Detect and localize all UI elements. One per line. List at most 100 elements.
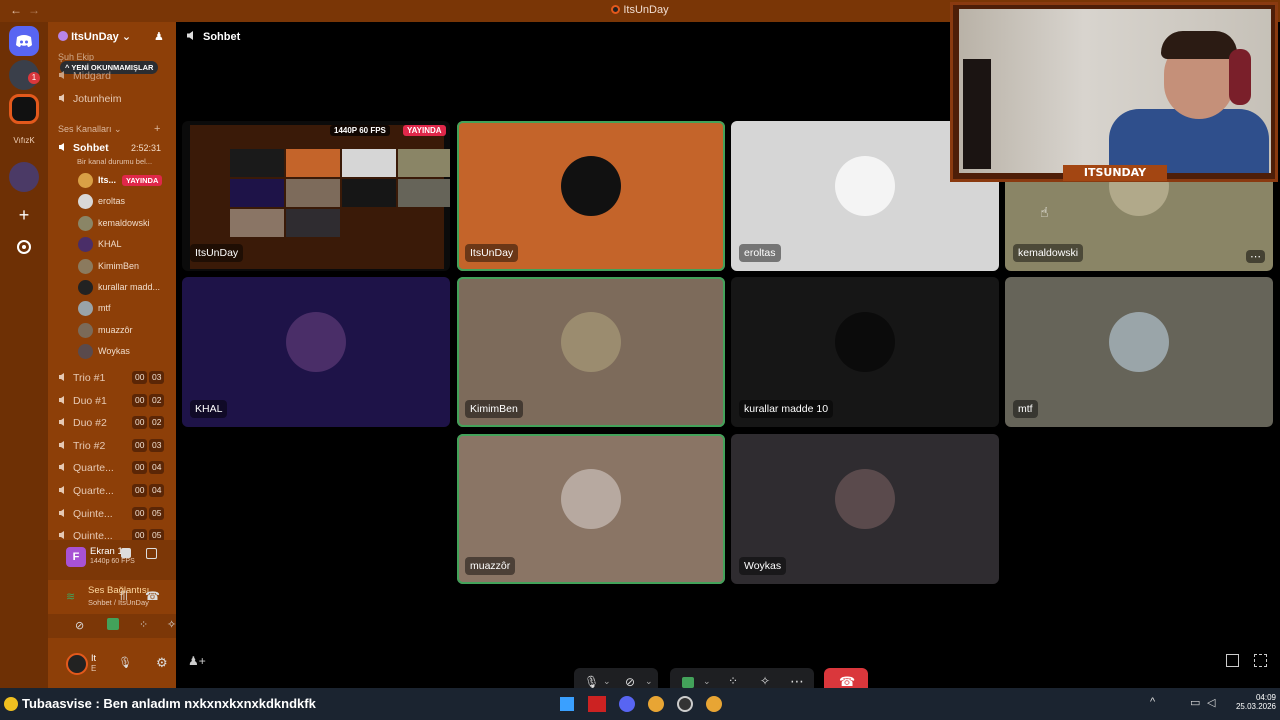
speaker-icon <box>186 30 198 41</box>
participant-tile[interactable]: KHAL <box>182 277 450 427</box>
stream-settings-icon[interactable] <box>146 548 157 559</box>
notification-badge: 1 <box>28 72 40 84</box>
screen-share-icon[interactable] <box>682 677 694 688</box>
channel-status[interactable]: Bir kanal durumu bel... <box>48 157 176 169</box>
voice-member[interactable]: KimimBen <box>48 256 176 277</box>
add-channel-icon[interactable]: + <box>154 123 160 135</box>
participant-tile[interactable]: KimimBen <box>457 277 725 427</box>
stream-tile[interactable]: 1440P 60 FPS YAYINDA ItsUnDay <box>182 121 450 271</box>
participant-tile[interactable]: ItsUnDay <box>457 121 725 271</box>
tile-more-icon[interactable]: ⋯ <box>1246 250 1265 263</box>
channel-sidebar: ItsUnDay ⌄ ♟ Şuh Ekip ^ YENİ OKUNMAMIŞLA… <box>48 22 176 688</box>
preview-cell <box>286 149 340 177</box>
video-off-icon[interactable]: ⊘ <box>75 619 84 632</box>
camera-off-icon[interactable]: ⊘ <box>625 675 635 689</box>
voice-subtitle[interactable]: Sohbet / ItsUnDay <box>88 598 149 607</box>
stop-stream-icon[interactable] <box>121 548 131 558</box>
voice-member[interactable]: Woykas <box>48 341 176 362</box>
activities-icon[interactable]: ⁘ <box>728 674 738 688</box>
participant-name: kurallar madde 10 <box>739 400 834 418</box>
stream-panel: F Ekran 1 1440p 60 FPS <box>48 540 176 580</box>
chevron-down-icon[interactable]: ⌄ <box>703 676 711 687</box>
voice-member[interactable]: eroltas <box>48 191 176 212</box>
volume-icon[interactable]: ◁ <box>1207 696 1215 709</box>
chrome-icon-2[interactable] <box>706 696 722 712</box>
disconnect-icon[interactable]: ☎ <box>145 589 160 603</box>
explore-icon[interactable] <box>9 232 39 262</box>
microphone-icon[interactable]: 🎙 <box>584 675 599 689</box>
discord-taskbar-icon[interactable] <box>619 696 635 712</box>
participant-avatar <box>561 312 621 372</box>
noise-suppression-icon[interactable]: ||| <box>120 590 128 601</box>
participant-name: KHAL <box>190 400 228 418</box>
user-limit: 05 <box>149 506 165 520</box>
voice-channel[interactable]: Duo #2 00 02 <box>48 413 176 433</box>
participant-avatar <box>835 156 895 216</box>
voice-channel[interactable]: Quarte... 00 04 <box>48 481 176 501</box>
discord-home-icon[interactable] <box>9 26 39 56</box>
fullscreen-icon[interactable] <box>1254 654 1267 667</box>
webcam-overlay: ITSUNDAY <box>950 2 1278 182</box>
app-icon-1[interactable] <box>588 696 606 712</box>
add-server-icon[interactable]: + <box>9 200 39 230</box>
stream-title: Ekran 1 <box>90 546 123 557</box>
tray-chevron-icon[interactable]: ^ <box>1150 696 1155 708</box>
channel-label: Trio #2 <box>73 439 106 452</box>
obs-icon[interactable] <box>677 696 693 712</box>
app-window: ← → ItsUnDay 1 VıfızK + ItsUnDay ⌄ ♟ Şuh… <box>0 0 1280 720</box>
settings-gear-icon[interactable]: ⚙ <box>156 655 168 671</box>
user-avatar[interactable] <box>66 653 88 675</box>
add-people-icon[interactable]: ♟+ <box>188 654 206 668</box>
chevron-down-icon[interactable]: ⌄ <box>603 676 611 687</box>
channel-label: Quinte... <box>73 507 113 520</box>
soundboard-icon[interactable]: ✧ <box>167 618 176 631</box>
windows-start-icon[interactable] <box>560 697 574 711</box>
participant-tile[interactable]: Woykas <box>731 434 999 584</box>
voice-member[interactable]: muazzôr <box>48 320 176 341</box>
member-avatar <box>78 237 93 253</box>
invite-icon[interactable]: ♟ <box>154 30 164 43</box>
channel-sohbet-active[interactable]: Sohbet 2:52:31 <box>48 138 176 158</box>
server-folder-label[interactable]: VıfızK <box>3 136 45 145</box>
activities-icon[interactable]: ⁘ <box>139 618 148 631</box>
voice-member[interactable]: mtf <box>48 298 176 319</box>
participant-avatar <box>1109 312 1169 372</box>
speaker-icon <box>58 485 68 495</box>
ticker-text: Tubaasvise : Ben anladım nxkxnxkxnxkdknd… <box>22 696 316 711</box>
user-count: 00 <box>132 393 148 407</box>
voice-channel[interactable]: Trio #2 00 03 <box>48 436 176 456</box>
voice-member[interactable]: kurallar madd... <box>48 277 176 298</box>
chrome-icon[interactable] <box>648 696 664 712</box>
member-avatar <box>78 322 93 338</box>
server-header[interactable]: ItsUnDay ⌄ ♟ <box>48 30 176 46</box>
participant-tile[interactable]: kurallar madde 10 <box>731 277 999 427</box>
voice-channel[interactable]: Quinte... 00 05 <box>48 504 176 524</box>
voice-member[interactable]: KHAL <box>48 234 176 255</box>
clock[interactable]: 04:09 25.03.2026 <box>1226 693 1276 711</box>
network-icon[interactable]: ▭ <box>1190 696 1200 709</box>
live-badge: YAYINDA <box>403 125 446 136</box>
soundboard-icon[interactable]: ✧ <box>760 674 770 688</box>
server-icon-2[interactable] <box>9 162 39 192</box>
voice-member[interactable]: Its... YAYINDA <box>48 170 176 191</box>
live-badge: YAYINDA <box>122 175 163 186</box>
voice-channel[interactable]: Quarte... 00 04 <box>48 458 176 478</box>
voice-category[interactable]: Ses Kanalları ⌄ + <box>48 123 176 136</box>
voice-channel[interactable]: Trio #1 00 03 <box>48 368 176 388</box>
voice-member[interactable]: kemaldowski <box>48 213 176 234</box>
server-itsunday-icon[interactable] <box>9 94 39 124</box>
stream-avatar: F <box>66 547 86 567</box>
share-screen-icon[interactable] <box>107 618 119 630</box>
pop-out-icon[interactable] <box>1226 654 1239 667</box>
user-limit: 02 <box>149 393 165 407</box>
voice-channel[interactable]: Duo #1 00 02 <box>48 391 176 411</box>
participant-tile[interactable]: mtf <box>1005 277 1273 427</box>
participant-tile[interactable]: muazzôr <box>457 434 725 584</box>
server-rail: 1 VıfızK + <box>0 22 48 688</box>
channel-jotunheim[interactable]: Jotunheim <box>48 89 176 109</box>
preview-cell <box>286 209 340 237</box>
mic-icon[interactable]: 🎙 <box>118 656 132 669</box>
user-count: 00 <box>132 484 148 497</box>
text-channel-midgard[interactable]: Midgard <box>48 66 176 86</box>
chevron-down-icon[interactable]: ⌄ <box>645 676 653 687</box>
